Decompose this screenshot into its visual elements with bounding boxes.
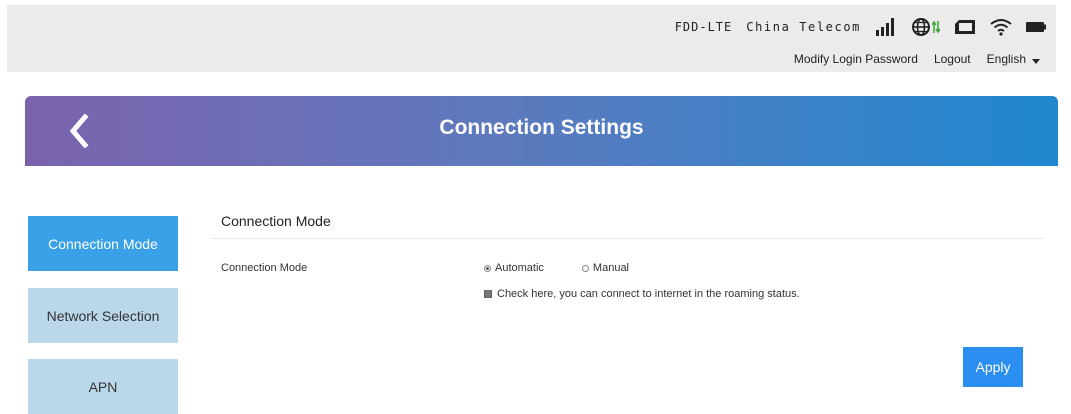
connection-mode-options: Automatic Manual [484, 262, 629, 274]
radio-option-automatic[interactable]: Automatic [484, 262, 544, 274]
network-status-group [911, 17, 940, 37]
sidebar-item-apn[interactable]: APN [28, 359, 178, 414]
page-title: Connection Settings [439, 116, 644, 139]
language-select[interactable]: English [987, 52, 1040, 66]
main-content: Connection Mode Connection Mode Automati… [211, 200, 1044, 412]
page-banner: Connection Settings [25, 96, 1058, 166]
status-row: FDD-LTE China Telecom [675, 15, 1046, 39]
roaming-checkbox-label: Check here, you can connect to internet … [497, 288, 800, 300]
sim-card-icon [955, 20, 975, 34]
signal-strength-icon [876, 18, 894, 36]
header-links: Modify Login Password Logout English [794, 50, 1040, 68]
roaming-option: Check here, you can connect to internet … [484, 288, 800, 300]
carrier-name: China Telecom [746, 20, 861, 34]
globe-network-icon [912, 18, 930, 36]
battery-icon [1026, 22, 1046, 32]
radio-manual[interactable] [581, 264, 589, 272]
data-transfer-arrows-icon [932, 20, 940, 34]
radio-automatic[interactable] [484, 264, 491, 272]
connection-mode-label: Connection Mode [221, 262, 308, 274]
modify-password-link[interactable]: Modify Login Password [794, 52, 918, 66]
radio-manual-label: Manual [592, 262, 629, 274]
chevron-down-icon [1032, 58, 1040, 64]
language-value: English [986, 52, 1026, 66]
radio-automatic-label: Automatic [495, 262, 544, 274]
top-bar: FDD-LTE China Telecom Modify Login Passw… [7, 5, 1056, 72]
radio-option-manual[interactable]: Manual [581, 262, 629, 274]
sidebar-item-network-selection[interactable]: Network Selection [28, 288, 178, 343]
section-divider [211, 238, 1044, 239]
network-type: FDD-LTE [674, 20, 733, 34]
wifi-icon [990, 19, 1012, 36]
roaming-checkbox[interactable] [484, 290, 492, 298]
sidebar-item-connection-mode[interactable]: Connection Mode [28, 216, 178, 271]
section-title: Connection Mode [221, 213, 331, 229]
logout-link[interactable]: Logout [934, 52, 971, 66]
apply-button[interactable]: Apply [963, 347, 1023, 387]
